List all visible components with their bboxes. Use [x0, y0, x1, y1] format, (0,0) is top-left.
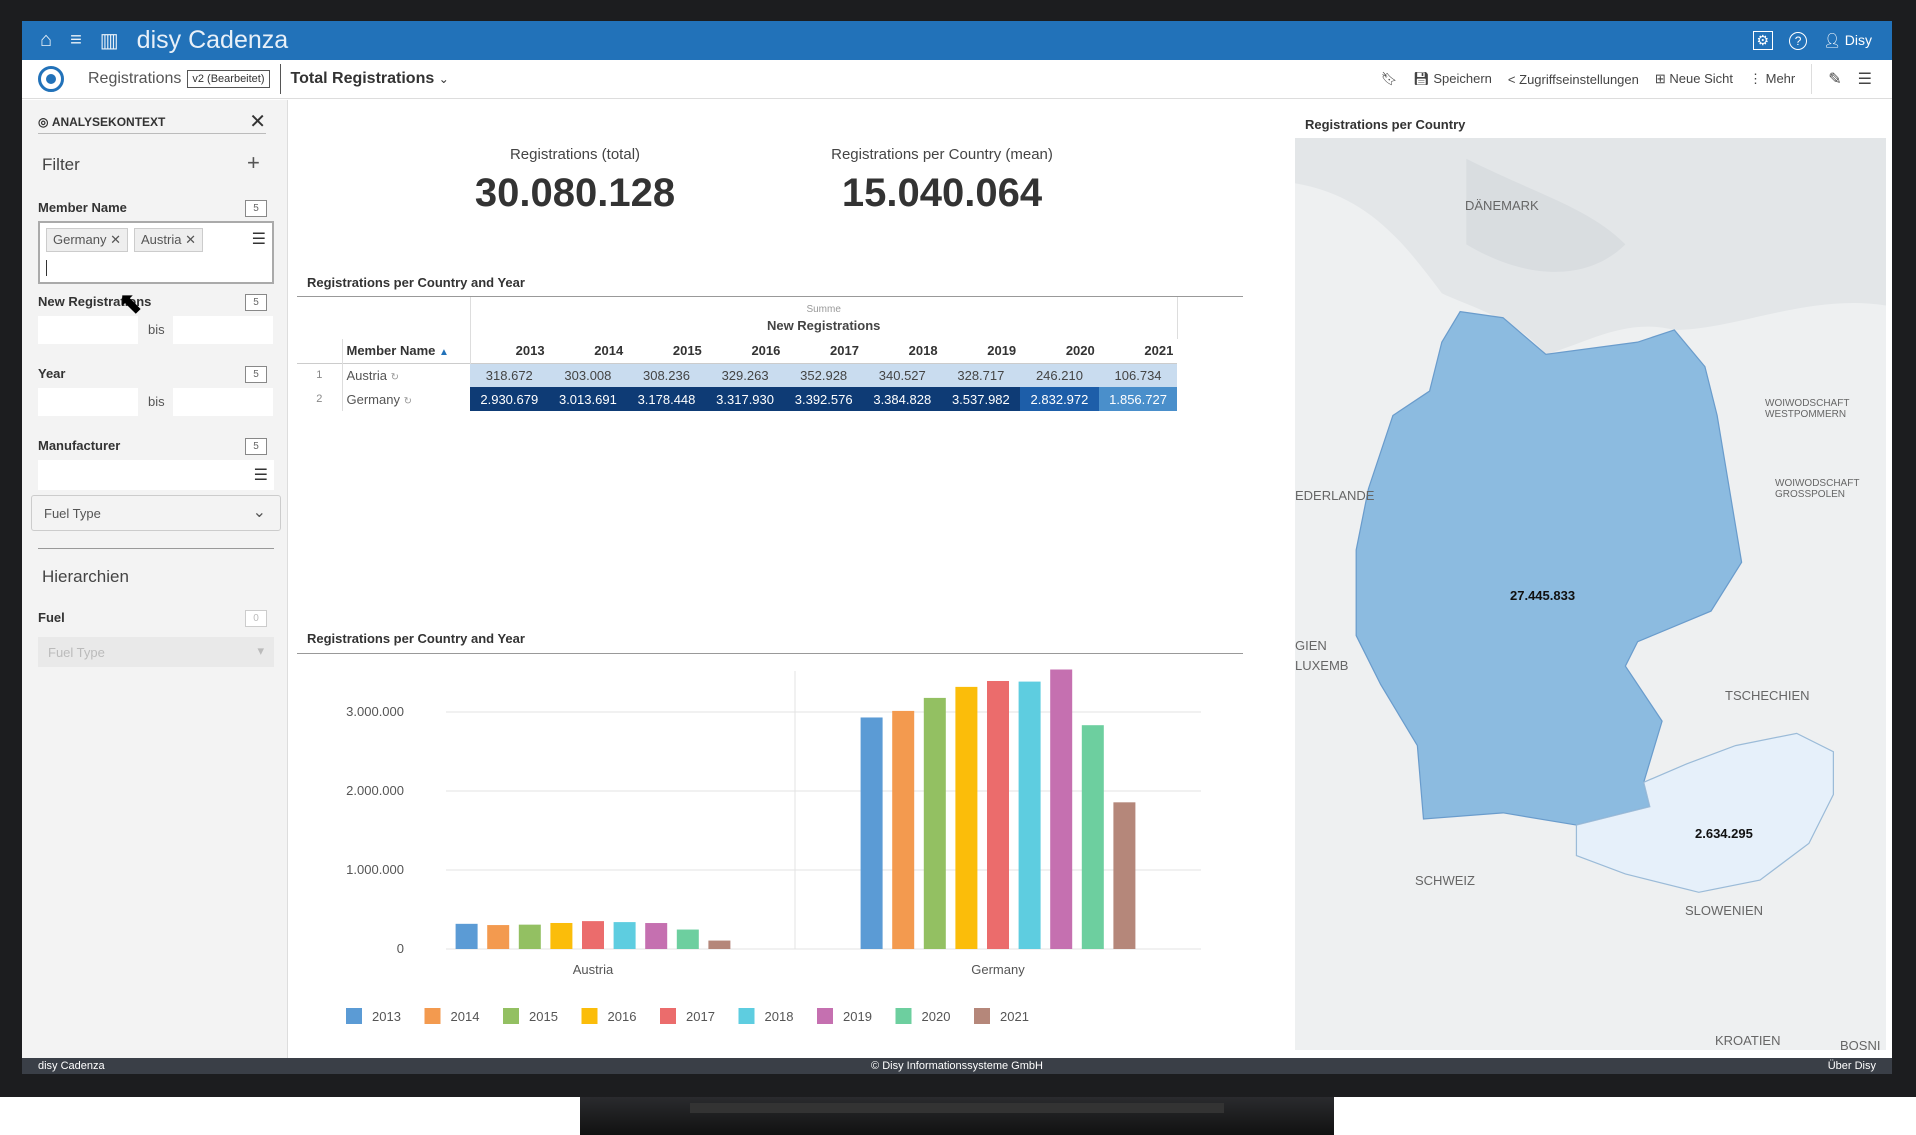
map-place-label: LUXEMB — [1295, 658, 1349, 673]
bar-germany-2021[interactable] — [1113, 802, 1136, 949]
legend-label: 2014 — [451, 1009, 480, 1024]
y-tick-label: 3.000.000 — [346, 704, 404, 719]
map-title: Registrations per Country — [1305, 117, 1466, 132]
legend-swatch — [974, 1008, 990, 1024]
germany-value-label: 27.445.833 — [1510, 588, 1576, 603]
legend-label: 2020 — [922, 1009, 951, 1024]
legend-label: 2013 — [372, 1009, 401, 1024]
map-place-label: DÄNEMARK — [1465, 198, 1539, 213]
footer: disy Cadenza © Disy Informationssysteme … — [22, 1058, 1892, 1074]
legend-swatch — [895, 1008, 912, 1024]
about-link[interactable]: Über Disy — [1828, 1060, 1876, 1072]
legend-swatch — [424, 1008, 441, 1024]
app-window: ⌂ ≡ ▥ disy Cadenza ⚙ ? 👤︎ Disy Registrat… — [22, 21, 1892, 1074]
bar-austria-2013[interactable] — [455, 923, 478, 949]
map-place-label: SCHWEIZ — [1415, 873, 1475, 888]
map-place-label: GIEN — [1295, 638, 1327, 653]
y-tick-label: 2.000.000 — [346, 783, 404, 798]
map-place-label: WOIWODSCHAFT WESTPOMMERN — [1765, 398, 1850, 420]
map-place-label: SLOWENIEN — [1685, 903, 1764, 918]
y-tick-label: 1.000.000 — [346, 862, 404, 877]
legend-label: 2018 — [765, 1009, 794, 1024]
legend-label: 2017 — [686, 1009, 715, 1024]
bar-austria-2018[interactable] — [613, 922, 636, 949]
bar-germany-2014[interactable] — [892, 710, 915, 949]
bar-germany-2020[interactable] — [1081, 725, 1104, 949]
austria-value-label: 2.634.295 — [1695, 826, 1753, 841]
bar-austria-2021[interactable] — [708, 940, 731, 949]
monitor-stand — [580, 1097, 1334, 1135]
bar-germany-2016[interactable] — [955, 686, 978, 949]
y-tick-label: 0 — [397, 941, 404, 956]
legend-label: 2016 — [608, 1009, 637, 1024]
bar-germany-2019[interactable] — [1050, 669, 1073, 949]
x-category-label: Germany — [971, 962, 1025, 977]
bar-austria-2015[interactable] — [518, 924, 541, 949]
choropleth-map[interactable]: 27.445.833 2.634.295 DÄNEMARK EDERLANDE SC… — [1295, 138, 1886, 1050]
bar-austria-2019[interactable] — [645, 923, 668, 949]
bar-austria-2020[interactable] — [676, 929, 699, 949]
bar-germany-2018[interactable] — [1018, 681, 1041, 949]
legend-swatch — [817, 1008, 833, 1024]
germany-region — [1355, 310, 1743, 826]
legend-swatch — [738, 1008, 755, 1024]
bar-austria-2014[interactable] — [487, 925, 510, 949]
map-place-label: TSCHECHIEN — [1725, 688, 1810, 703]
legend-swatch — [581, 1008, 598, 1024]
bar-germany-2017[interactable] — [987, 680, 1009, 949]
legend-label: 2021 — [1000, 1009, 1029, 1024]
bar-germany-2013[interactable] — [860, 717, 883, 949]
legend-swatch — [660, 1008, 676, 1024]
legend-swatch — [346, 1008, 362, 1024]
bar-austria-2017[interactable] — [582, 921, 604, 949]
bar-austria-2016[interactable] — [550, 922, 573, 949]
legend-label: 2015 — [529, 1009, 558, 1024]
map-place-label: EDERLANDE — [1295, 488, 1375, 503]
legend-label: 2019 — [843, 1009, 872, 1024]
x-category-label: Austria — [573, 962, 614, 977]
bar-germany-2015[interactable] — [923, 697, 946, 949]
legend-swatch — [503, 1008, 519, 1024]
map-place-label: BOSNI — [1840, 1038, 1881, 1050]
map-place-label: WOIWODSCHAFT GROSSPOLEN — [1775, 478, 1860, 500]
